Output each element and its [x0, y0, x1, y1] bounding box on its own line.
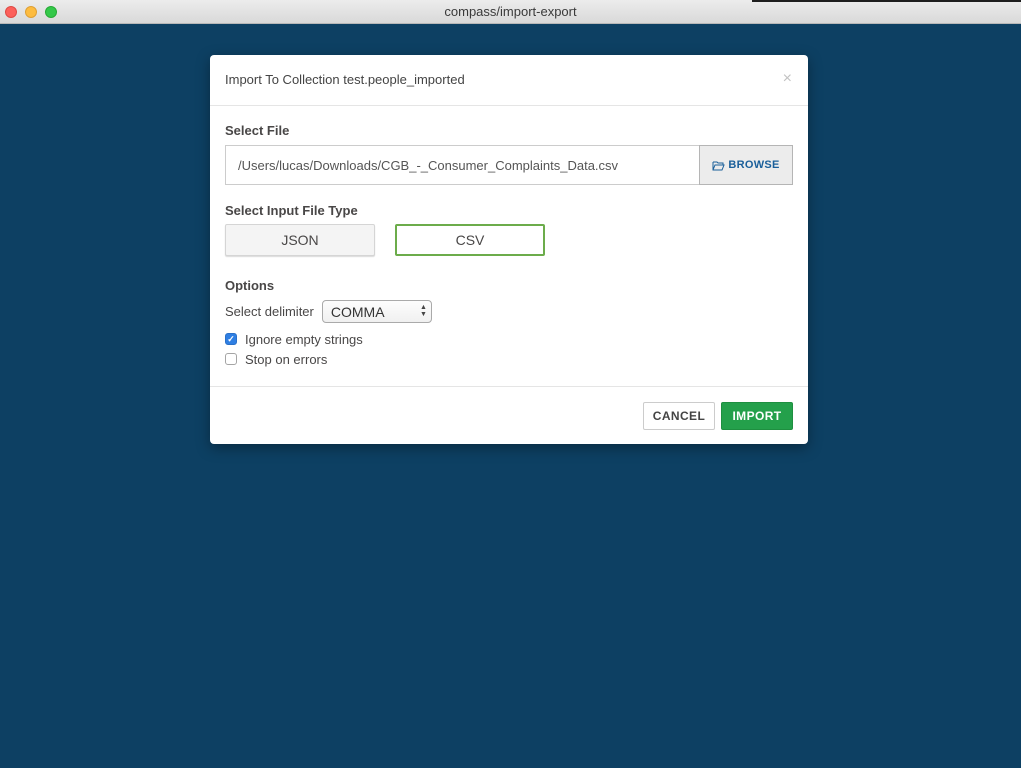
titlebar-edge: [752, 0, 1021, 2]
window-minimize-button[interactable]: [25, 6, 37, 18]
delimiter-label: Select delimiter: [225, 304, 314, 319]
window-titlebar: compass/import-export: [0, 0, 1021, 24]
ignore-empty-row: ✓ Ignore empty strings: [225, 329, 793, 349]
folder-open-icon: [712, 161, 726, 170]
browse-button[interactable]: BROWSE: [699, 145, 793, 185]
select-arrows-icon: ▲ ▼: [419, 304, 427, 318]
window-maximize-button[interactable]: [45, 6, 57, 18]
stop-on-errors-label: Stop on errors: [245, 351, 328, 367]
options-label: Options: [225, 278, 275, 293]
modal-title: Import To Collection test.people_importe…: [225, 72, 465, 87]
stop-on-errors-row: Stop on errors: [225, 349, 793, 369]
close-icon[interactable]: ×: [783, 70, 792, 88]
json-type-button[interactable]: JSON: [225, 224, 375, 256]
modal-footer: CANCEL IMPORT: [210, 386, 808, 444]
stop-on-errors-checkbox[interactable]: [225, 353, 237, 365]
import-modal: Import To Collection test.people_importe…: [210, 55, 808, 444]
modal-header: Import To Collection test.people_importe…: [210, 55, 808, 106]
delimiter-select[interactable]: COMMA ▲ ▼: [321, 300, 432, 323]
cancel-button[interactable]: CANCEL: [643, 401, 715, 430]
csv-type-button[interactable]: CSV: [395, 224, 545, 256]
ignore-empty-checkbox[interactable]: ✓: [225, 333, 237, 345]
browse-label: BROWSE: [728, 159, 780, 171]
file-type-label: Select Input File Type: [225, 203, 358, 218]
file-type-selector: JSON CSV: [225, 224, 793, 256]
delimiter-row: Select delimiter COMMA ▲ ▼: [225, 300, 793, 323]
delimiter-value: COMMA: [330, 303, 385, 320]
file-picker: /Users/lucas/Downloads/CGB_-_Consumer_Co…: [225, 145, 793, 185]
import-button[interactable]: IMPORT: [721, 401, 793, 430]
file-path-input[interactable]: /Users/lucas/Downloads/CGB_-_Consumer_Co…: [225, 145, 699, 185]
ignore-empty-label: Ignore empty strings: [245, 331, 363, 347]
select-file-label: Select File: [225, 123, 290, 138]
window-close-button[interactable]: [5, 6, 17, 18]
window-title: compass/import-export: [444, 4, 577, 19]
modal-body: Select File /Users/lucas/Downloads/CGB_-…: [210, 106, 808, 386]
